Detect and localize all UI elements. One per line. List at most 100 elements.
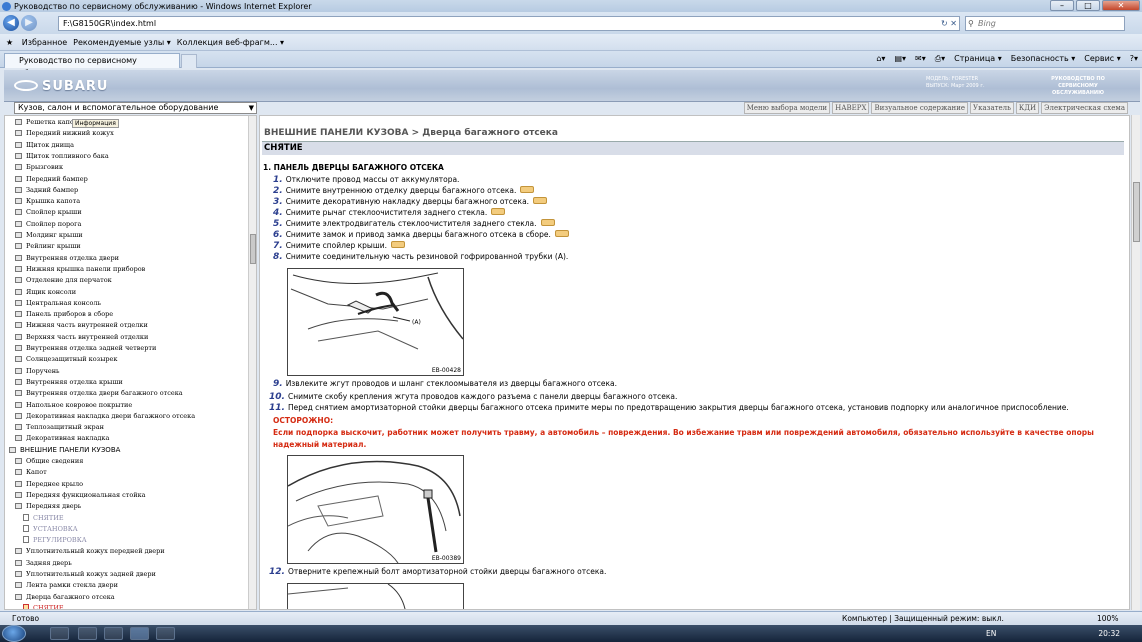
top-nav-link[interactable]: Указатель bbox=[970, 102, 1014, 114]
sidebar-item[interactable]: Щиток днища bbox=[15, 140, 74, 151]
back-button[interactable]: ◀ bbox=[3, 15, 19, 31]
close-window-button[interactable]: ✕ bbox=[1102, 0, 1140, 11]
sidebar-item[interactable]: Напольное ковровое покрытие bbox=[15, 400, 132, 411]
top-nav-link[interactable]: КДИ bbox=[1015, 102, 1040, 114]
sidebar-item[interactable]: Рейлинг крыши bbox=[15, 241, 81, 252]
feeds-icon[interactable]: ▤▾ bbox=[894, 54, 906, 64]
folder-icon bbox=[15, 356, 22, 363]
sidebar-item[interactable]: Спойлер крыши bbox=[15, 207, 82, 218]
taskbar-ie-icon[interactable] bbox=[130, 627, 149, 640]
print-icon[interactable]: ⎙▾ bbox=[935, 54, 945, 64]
sidebar-item[interactable]: Уплотнительный кожух передней двери bbox=[15, 546, 165, 557]
sidebar-item[interactable]: Дверца багажного отсека bbox=[15, 592, 115, 603]
folder-icon bbox=[15, 141, 22, 148]
sidebar-scrollbar[interactable] bbox=[248, 116, 256, 609]
sidebar-item[interactable]: Внутренняя отделка двери багажного отсек… bbox=[15, 388, 183, 399]
web-slice-gallery-link[interactable]: Коллекция веб-фрагм... ▾ bbox=[177, 38, 284, 47]
sidebar-item[interactable]: Передняя дверь bbox=[15, 501, 81, 512]
page-menu[interactable]: Страница ▾ bbox=[954, 54, 1002, 64]
tab-service-manual[interactable]: Руководство по сервисному обслуживанию bbox=[4, 53, 180, 78]
sidebar-item[interactable]: Задний бампер bbox=[15, 185, 78, 196]
folder-icon bbox=[15, 209, 22, 216]
top-nav: Меню выбора модели НАВЕРХ Визуальное содер… bbox=[742, 102, 1128, 114]
sidebar-item[interactable]: Панель приборов в сборе bbox=[15, 309, 113, 320]
taskbar-app-icon[interactable] bbox=[156, 627, 175, 640]
sidebar-item[interactable]: Нижняя часть внутренней отделки bbox=[15, 320, 148, 331]
taskbar-media-icon[interactable] bbox=[104, 627, 123, 640]
sidebar-item[interactable]: Теплозащитный экран bbox=[15, 422, 104, 433]
home-icon[interactable]: ⌂▾ bbox=[876, 54, 885, 64]
sidebar-item[interactable]: СНЯТИЕ bbox=[23, 513, 64, 524]
taskbar-explorer-icon[interactable] bbox=[78, 627, 97, 640]
sidebar-item[interactable]: Переднее крыло bbox=[15, 479, 83, 490]
sidebar-item[interactable]: СНЯТИЕ bbox=[23, 603, 64, 609]
sidebar-item[interactable]: Щиток топливного бака bbox=[15, 151, 109, 162]
maximize-button[interactable]: □ bbox=[1076, 0, 1100, 11]
folder-icon bbox=[15, 559, 22, 566]
reference-link-icon[interactable] bbox=[520, 186, 535, 193]
reference-link-icon[interactable] bbox=[554, 230, 569, 237]
help-menu[interactable]: ?▾ bbox=[1130, 54, 1138, 64]
clock[interactable]: 20:32 bbox=[1098, 629, 1120, 638]
minimize-button[interactable]: – bbox=[1050, 0, 1074, 11]
sidebar-item[interactable]: Уплотнительный кожух задней двери bbox=[15, 569, 156, 580]
address-input[interactable]: F:\G8150GR\index.html ↻ ✕ bbox=[58, 16, 960, 31]
sidebar-item[interactable]: Ящик консоли bbox=[15, 287, 76, 298]
refresh-icon[interactable]: ↻ ✕ bbox=[941, 17, 957, 30]
sidebar-item[interactable]: Центральная консоль bbox=[15, 298, 101, 309]
subaru-logo: SUBARU bbox=[14, 79, 108, 94]
sidebar-item[interactable]: УСТАНОВКА bbox=[23, 524, 78, 535]
folder-icon bbox=[15, 322, 22, 329]
reference-link-icon[interactable] bbox=[533, 197, 548, 204]
top-nav-link[interactable]: Визуальное содержание bbox=[871, 102, 969, 114]
start-button[interactable] bbox=[2, 625, 26, 642]
sidebar-item[interactable]: Внутренняя отделка крыши bbox=[15, 377, 123, 388]
sidebar-item[interactable]: Внутренняя отделка двери bbox=[15, 253, 119, 264]
sidebar-item[interactable]: Капот bbox=[15, 467, 47, 478]
tools-menu[interactable]: Сервис ▾ bbox=[1084, 54, 1120, 64]
top-nav-link[interactable]: Меню выбора модели bbox=[743, 102, 831, 114]
top-nav-link[interactable]: НАВЕРХ bbox=[832, 102, 870, 114]
taskbar-firefox-icon[interactable] bbox=[50, 627, 69, 640]
sidebar-item[interactable]: Задняя дверь bbox=[15, 558, 72, 569]
favorites-button[interactable]: ★ Избранное bbox=[6, 38, 67, 47]
sidebar-item[interactable]: Спойлер порога bbox=[15, 219, 81, 230]
sidebar-item[interactable]: Внутренняя отделка задней четверти bbox=[15, 343, 156, 354]
sidebar-item[interactable]: Лента рамки стекла двери bbox=[15, 580, 118, 591]
safety-menu[interactable]: Безопасность ▾ bbox=[1011, 54, 1076, 64]
category-select[interactable]: Кузов, салон и вспомогательное оборудова… bbox=[14, 102, 257, 114]
sidebar-item[interactable]: Передний бампер bbox=[15, 174, 88, 185]
recommended-sites-link[interactable]: Рекомендуемые узлы ▾ bbox=[73, 38, 171, 47]
sidebar-item[interactable]: РЕГУЛИРОВКА bbox=[23, 535, 87, 546]
sidebar-item[interactable]: Молдинг крыши bbox=[15, 230, 83, 241]
top-nav-link[interactable]: Электрическая схема bbox=[1041, 102, 1128, 114]
mail-icon[interactable]: ✉▾ bbox=[915, 54, 926, 64]
sidebar-item[interactable]: Поручень bbox=[15, 366, 60, 377]
language-indicator[interactable]: EN bbox=[986, 629, 996, 638]
sidebar-item[interactable]: Декоративная накладка bbox=[15, 433, 109, 444]
sidebar-item[interactable]: Крышка капота bbox=[15, 196, 80, 207]
sidebar-item-label: Капот bbox=[26, 468, 47, 477]
sidebar-item[interactable]: Декоративная накладка двери багажного от… bbox=[15, 411, 195, 422]
folder-icon bbox=[15, 119, 22, 125]
zoom-level[interactable]: 100% bbox=[1097, 614, 1118, 623]
sidebar-item[interactable]: ВНЕШНИЕ ПАНЕЛИ КУЗОВА bbox=[9, 445, 120, 456]
procedure-step: 2. Снимите внутреннюю отделку дверцы бага… bbox=[273, 186, 535, 196]
forward-button[interactable]: ▶ bbox=[21, 15, 37, 31]
new-tab-button[interactable] bbox=[181, 54, 197, 68]
sidebar-item[interactable]: Солнцезащитный козырек bbox=[15, 354, 117, 365]
sidebar-item[interactable]: Отделение для перчаток bbox=[15, 275, 112, 286]
sidebar-item[interactable]: Брызговик bbox=[15, 162, 63, 173]
sidebar-item[interactable]: Нижняя крышка панели приборов bbox=[15, 264, 145, 275]
security-zone[interactable]: Компьютер | Защищенный режим: выкл. bbox=[842, 614, 1004, 623]
sidebar-item[interactable]: Передняя функциональная стойка bbox=[15, 490, 146, 501]
content-scrollbar[interactable] bbox=[1131, 115, 1140, 610]
step-text: Снимите электродвигатель стеклоочистител… bbox=[285, 219, 537, 228]
reference-link-icon[interactable] bbox=[491, 208, 506, 215]
sidebar-item[interactable]: Общие сведения bbox=[15, 456, 83, 467]
reference-link-icon[interactable] bbox=[390, 241, 405, 248]
search-input[interactable]: ⚲ Bing bbox=[965, 16, 1125, 31]
sidebar-item[interactable]: Верхняя часть внутренней отделки bbox=[15, 332, 148, 343]
sidebar-item[interactable]: Передний нижний кожух bbox=[15, 128, 114, 139]
reference-link-icon[interactable] bbox=[540, 219, 555, 226]
